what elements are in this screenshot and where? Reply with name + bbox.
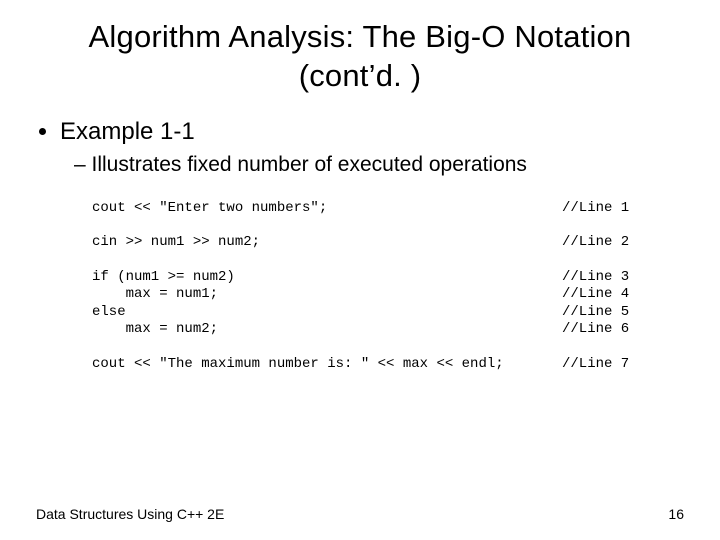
code-block: cout << "Enter two numbers"; //Line 1 ci… [92,200,684,374]
code-line: max = num2; //Line 6 [92,321,652,339]
code-cell: if (num1 >= num2) [92,269,562,287]
sub-bullet-list: Illustrates fixed number of executed ope… [60,151,684,178]
code-comment: //Line 1 [562,200,652,218]
slide-title: Algorithm Analysis: The Big-O Notation (… [0,0,720,96]
code-line: cout << "Enter two numbers"; //Line 1 [92,200,652,218]
code-comment: //Line 4 [562,286,652,304]
footer-text: Data Structures Using C++ 2E [36,506,224,522]
sub-bullet-1: Illustrates fixed number of executed ope… [88,151,684,178]
slide-footer: Data Structures Using C++ 2E 16 [36,506,684,522]
code-blank [92,217,684,234]
code-comment: //Line 6 [562,321,652,339]
code-line: cin >> num1 >> num2; //Line 2 [92,234,652,252]
code-line: cout << "The maximum number is: " << max… [92,356,652,374]
code-comment: //Line 7 [562,356,652,374]
code-line: max = num1; //Line 4 [92,286,652,304]
bullet-1: Example 1-1 Illustrates fixed number of … [60,116,684,178]
code-cell: cin >> num1 >> num2; [92,234,562,252]
code-comment: //Line 2 [562,234,652,252]
code-cell: cout << "Enter two numbers"; [92,200,562,218]
bullet-list: Example 1-1 Illustrates fixed number of … [36,116,684,178]
code-cell: max = num2; [92,321,562,339]
bullet-1-text: Example 1-1 [60,118,195,145]
title-line-1: Algorithm Analysis: The Big-O Notation [89,19,632,54]
slide: Algorithm Analysis: The Big-O Notation (… [0,0,720,540]
page-number: 16 [668,506,684,522]
sub-bullet-1-text: Illustrates fixed number of executed ope… [92,153,527,176]
code-comment: //Line 3 [562,269,652,287]
slide-body: Example 1-1 Illustrates fixed number of … [0,96,720,374]
code-comment: //Line 5 [562,304,652,322]
code-cell: max = num1; [92,286,562,304]
code-line: else //Line 5 [92,304,652,322]
code-blank [92,339,684,356]
code-cell: cout << "The maximum number is: " << max… [92,356,562,374]
code-line: if (num1 >= num2) //Line 3 [92,269,652,287]
code-cell: else [92,304,562,322]
title-line-2: (cont’d. ) [299,58,422,93]
code-blank [92,252,684,269]
